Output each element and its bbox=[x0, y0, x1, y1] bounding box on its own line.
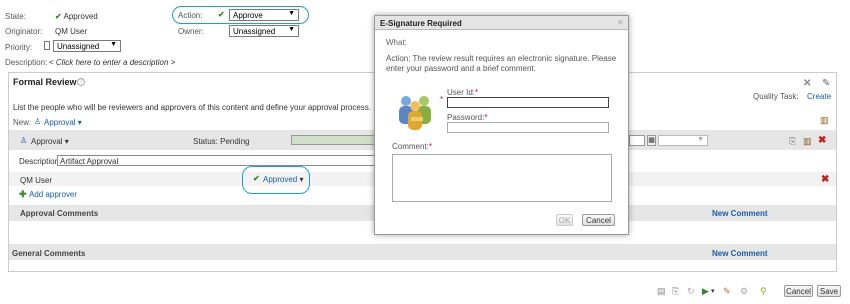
approval-icon: ♙ bbox=[34, 117, 42, 126]
approver-status-menu[interactable]: Approved ▾ bbox=[263, 175, 304, 184]
approval-description-label: Description: bbox=[19, 157, 62, 166]
comment-label: Comment:* bbox=[392, 142, 432, 151]
copy-icon[interactable]: ⎘ bbox=[789, 136, 796, 147]
userid-label: User Id:* bbox=[447, 88, 478, 97]
add-icon: ✚ bbox=[19, 189, 27, 199]
approval-comments-heading: Approval Comments bbox=[20, 209, 99, 218]
password-label-text: Password: bbox=[447, 113, 485, 122]
dialog-title: E-Signature Required bbox=[380, 19, 462, 28]
priority-select-value: Unassigned bbox=[57, 42, 100, 51]
action-label: Action: bbox=[178, 11, 203, 20]
dropdown-arrow-icon[interactable]: ▾ bbox=[711, 287, 715, 295]
password-label: Password:* bbox=[447, 113, 487, 122]
userid-label-text: User Id: bbox=[447, 88, 476, 97]
review-intro-text: List the people who will be reviewers an… bbox=[13, 103, 371, 112]
approval-icon: ♙ bbox=[20, 136, 28, 145]
e-signature-dialog: E-Signature Required ✕ What: Action: The… bbox=[374, 15, 629, 235]
quality-task-label: Quality Task: bbox=[753, 92, 799, 101]
dropdown-arrow-icon: ▼ bbox=[288, 26, 295, 33]
originator-label: Originator: bbox=[5, 27, 43, 36]
originator-value: QM User bbox=[55, 27, 87, 36]
owner-select-value: Unassigned bbox=[233, 27, 276, 36]
new-comment-link[interactable]: New Comment bbox=[712, 209, 768, 218]
checkmark-icon: ✔ bbox=[55, 12, 62, 21]
description-field[interactable]: < Click here to enter a description > bbox=[49, 58, 175, 67]
dialog-title-bar: E-Signature Required bbox=[375, 16, 628, 30]
toolbar-icon-1[interactable]: ▤ bbox=[657, 286, 666, 297]
formal-review-title: Formal Review bbox=[13, 77, 77, 87]
add-approver-link[interactable]: Add approver bbox=[29, 190, 77, 199]
close-icon[interactable]: ✕ bbox=[803, 78, 811, 89]
copy-icon[interactable]: ⎘ bbox=[672, 286, 679, 297]
new-comment-link[interactable]: New Comment bbox=[712, 249, 768, 258]
dropdown-arrow-icon: ▼ bbox=[288, 10, 295, 17]
ok-button[interactable]: OK bbox=[556, 214, 573, 226]
users-icon bbox=[393, 92, 437, 132]
comment-label-text: Comment: bbox=[392, 142, 429, 151]
cancel-button[interactable]: Cancel bbox=[784, 285, 813, 297]
required-marker: * bbox=[475, 88, 479, 97]
approval-header-label: Approval bbox=[31, 137, 63, 146]
approver-status-label: Approved bbox=[263, 175, 298, 184]
priority-icon bbox=[44, 41, 50, 50]
userid-input[interactable] bbox=[447, 97, 609, 108]
required-marker: * bbox=[484, 113, 488, 122]
help-icon[interactable]: ? bbox=[77, 78, 85, 86]
description-label: Description: bbox=[5, 58, 48, 67]
required-marker: * bbox=[428, 142, 433, 151]
create-quality-task-link[interactable]: Create bbox=[807, 92, 831, 101]
required-marker: * bbox=[440, 95, 444, 104]
link-icon[interactable]: ⚲ bbox=[760, 286, 767, 297]
priority-select[interactable]: Unassigned ▼ bbox=[53, 40, 121, 52]
new-label: New: bbox=[13, 118, 32, 127]
approval-header-menu[interactable]: Approval ▾ bbox=[31, 137, 69, 146]
refresh-icon[interactable]: ↻ bbox=[687, 286, 695, 297]
checkmark-icon: ✔ bbox=[218, 10, 225, 19]
state-label: State: bbox=[5, 12, 26, 21]
edit-icon[interactable]: ✎ bbox=[822, 78, 830, 89]
new-approval-label: Approval bbox=[44, 118, 76, 127]
settings-icon[interactable]: ⚙ bbox=[740, 286, 748, 297]
tool-icon[interactable]: ✎ bbox=[723, 286, 731, 297]
state-text: Approved bbox=[63, 12, 98, 21]
approver-name: QM User bbox=[20, 176, 52, 185]
new-approval-menu[interactable]: Approval ▾ bbox=[44, 118, 82, 127]
what-label: What: bbox=[386, 38, 407, 47]
save-button[interactable]: Save bbox=[817, 285, 841, 297]
owner-label: Owner: bbox=[178, 27, 204, 36]
library-icon[interactable]: ▥ bbox=[803, 136, 812, 147]
action-select[interactable]: Approve ▼ bbox=[229, 9, 299, 21]
comment-textarea[interactable] bbox=[392, 154, 612, 202]
delete-approver-icon[interactable]: ✖ bbox=[821, 174, 829, 185]
priority-label: Priority: bbox=[5, 43, 33, 52]
state-value: ✔ Approved bbox=[55, 12, 98, 21]
dropdown-arrow-icon: ▼ bbox=[110, 41, 117, 48]
action-select-value: Approve bbox=[233, 11, 263, 20]
action-description: Action: The review result requires an el… bbox=[386, 54, 617, 73]
calendar-icon[interactable]: ▦ bbox=[647, 135, 656, 146]
due-date-input[interactable] bbox=[629, 135, 645, 146]
progress-bar bbox=[291, 135, 375, 145]
checkmark-icon: ✔ bbox=[253, 174, 260, 183]
dialog-cancel-button[interactable]: Cancel bbox=[582, 214, 615, 226]
delete-icon[interactable]: ✖ bbox=[818, 135, 826, 146]
run-icon[interactable]: ▶ bbox=[702, 286, 709, 297]
library-icon[interactable]: ▥ bbox=[820, 115, 829, 126]
close-icon[interactable]: ✕ bbox=[617, 18, 624, 27]
general-comments-heading: General Comments bbox=[12, 249, 86, 258]
password-input[interactable] bbox=[447, 122, 609, 133]
time-select[interactable]: ▼ bbox=[658, 135, 708, 146]
approval-description-input[interactable]: Artifact Approval bbox=[57, 155, 375, 166]
dropdown-arrow-icon: ▼ bbox=[697, 136, 704, 143]
owner-select[interactable]: Unassigned ▼ bbox=[229, 25, 299, 37]
approval-status: Status: Pending bbox=[193, 137, 250, 146]
